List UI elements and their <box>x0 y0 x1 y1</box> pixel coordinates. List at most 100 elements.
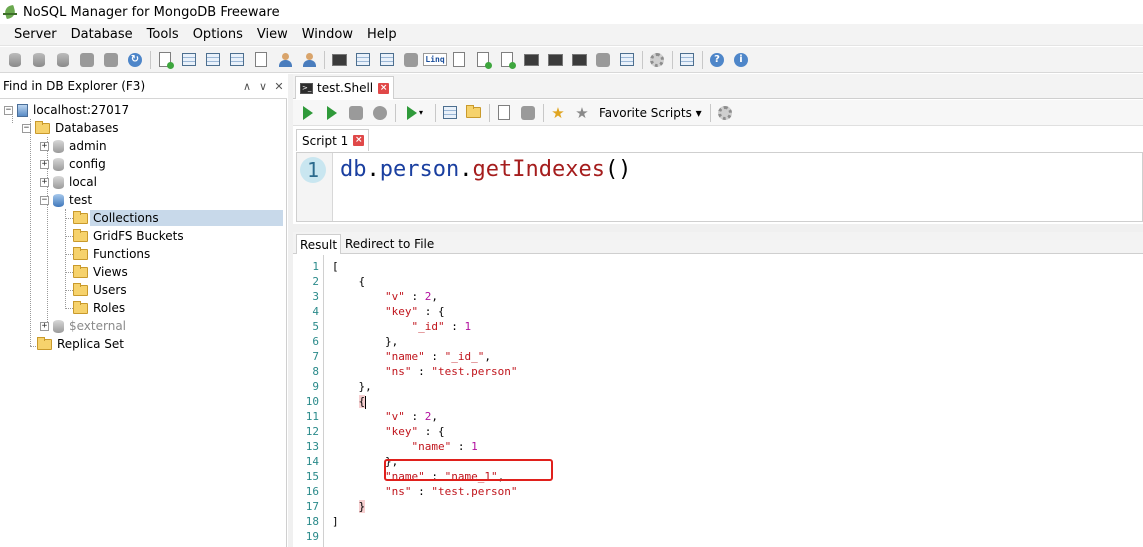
database-icon <box>53 175 64 189</box>
menu-window[interactable]: Window <box>295 24 360 46</box>
copy-database-icon[interactable] <box>594 51 612 69</box>
tab-script-1[interactable]: Script 1 × <box>296 129 370 151</box>
settings-gear-icon[interactable] <box>648 51 666 69</box>
new-database-icon[interactable] <box>156 51 174 69</box>
execute-current-icon[interactable] <box>323 104 341 122</box>
add-favorite-star-icon[interactable]: ★ <box>549 104 567 122</box>
mongodump-icon[interactable] <box>522 51 540 69</box>
shell-icon[interactable] <box>330 51 348 69</box>
app-logo-icon <box>3 4 17 20</box>
tab-result[interactable]: Result <box>296 234 342 254</box>
tree-node-db-test[interactable]: − test <box>40 191 95 209</box>
tree-node-collections[interactable]: Collections <box>73 209 283 227</box>
stop-icon[interactable] <box>371 104 389 122</box>
tree-node-gridfs-buckets[interactable]: GridFS Buckets <box>73 227 187 245</box>
tree-node-roles[interactable]: Roles <box>73 299 128 317</box>
about-icon[interactable]: i <box>732 51 750 69</box>
paste-icon[interactable] <box>519 104 537 122</box>
editor-code-line[interactable]: db.person.getIndexes() <box>340 155 631 185</box>
menu-tools[interactable]: Tools <box>140 24 186 46</box>
map-reduce-icon[interactable] <box>402 51 420 69</box>
expand-icon[interactable]: + <box>40 177 49 187</box>
refresh-icon[interactable]: ↻ <box>126 51 144 69</box>
connect-server-icon[interactable] <box>6 51 24 69</box>
collapse-icon[interactable]: − <box>40 195 49 205</box>
find-prev-chevron-up-icon[interactable]: ∧ <box>239 75 255 98</box>
new-bucket-icon[interactable] <box>228 51 246 69</box>
tree-node-db-local[interactable]: + local <box>40 173 100 191</box>
menu-database[interactable]: Database <box>64 24 140 46</box>
window-layout-icon[interactable] <box>678 51 696 69</box>
import-table-icon[interactable] <box>498 51 516 69</box>
execute-all-icon[interactable] <box>299 104 317 122</box>
tab-label: test.Shell <box>317 81 374 95</box>
tree-node-views[interactable]: Views <box>73 263 131 281</box>
server-monitor-icon[interactable] <box>570 51 588 69</box>
open-folder-icon[interactable] <box>465 104 483 122</box>
find-in-db-explorer-input[interactable] <box>0 74 239 98</box>
favorite-scripts-dropdown[interactable]: Favorite Scripts ▾ <box>599 106 702 120</box>
menu-view[interactable]: View <box>250 24 295 46</box>
linq-icon[interactable]: Linq <box>423 51 447 69</box>
find-next-chevron-down-icon[interactable]: ∨ <box>255 75 271 98</box>
disconnect-server-icon[interactable] <box>30 51 48 69</box>
tree-node-label: Replica Set <box>57 337 124 351</box>
shell-settings-gear-icon[interactable] <box>716 104 734 122</box>
run-options-dropdown-icon[interactable]: ▾ <box>401 104 429 122</box>
collapse-icon[interactable]: − <box>22 123 31 133</box>
tab-redirect-to-file[interactable]: Redirect to File <box>342 234 437 254</box>
db-explorer-panel: ∧ ∨ ✕ − localhost:27017 − Databases + ad… <box>0 74 287 547</box>
result-line-number: 10 <box>305 395 319 408</box>
tree-node-label: $external <box>69 319 127 333</box>
new-view-icon[interactable] <box>204 51 222 69</box>
result-line: "ns" : "test.person" <box>384 365 518 378</box>
expand-icon[interactable]: + <box>40 141 49 151</box>
tree-node-db-admin[interactable]: + admin <box>40 137 110 155</box>
script-editor[interactable]: 1 db.person.getIndexes() <box>296 152 1143 222</box>
tree-node-db-config[interactable]: + config <box>40 155 109 173</box>
result-line-number: 3 <box>312 290 319 303</box>
server-info-icon[interactable] <box>618 51 636 69</box>
menu-server[interactable]: Server <box>7 24 64 46</box>
favorite-star-icon[interactable]: ★ <box>573 104 591 122</box>
tab-test-shell[interactable]: >_ test.Shell × <box>295 76 395 99</box>
sql-query-icon[interactable] <box>378 51 396 69</box>
result-output[interactable]: 1 2 3 4 5 6 7 8 9 10 11 12 13 14 15 16 1… <box>296 255 1143 547</box>
tree-node-users[interactable]: Users <box>73 281 130 299</box>
close-tab-icon[interactable]: × <box>378 82 390 94</box>
tree-node-functions[interactable]: Functions <box>73 245 153 263</box>
edit-server-icon[interactable] <box>78 51 96 69</box>
server-properties-icon[interactable] <box>54 51 72 69</box>
new-function-icon[interactable] <box>252 51 270 69</box>
result-line-number: 12 <box>305 425 319 438</box>
database-icon <box>53 139 64 153</box>
import-icon[interactable] <box>450 51 468 69</box>
mongorestore-icon[interactable] <box>546 51 564 69</box>
add-user-icon[interactable] <box>276 51 294 69</box>
menu-options[interactable]: Options <box>186 24 250 46</box>
expand-icon[interactable]: + <box>40 159 49 169</box>
toolbar-separator <box>435 103 436 122</box>
close-find-icon[interactable]: ✕ <box>271 75 287 98</box>
text-cursor <box>365 395 367 409</box>
horizontal-splitter[interactable] <box>293 224 1143 232</box>
tree-node-replica-set[interactable]: Replica Set <box>37 335 127 353</box>
result-line-number: 17 <box>305 500 319 513</box>
copy-icon[interactable] <box>495 104 513 122</box>
tree-node-server[interactable]: − localhost:27017 <box>4 101 132 119</box>
menu-help[interactable]: Help <box>360 24 404 46</box>
tree-node-databases[interactable]: − Databases <box>22 119 122 137</box>
toolbar-separator <box>709 103 711 122</box>
save-icon[interactable] <box>441 104 459 122</box>
tree-node-db-external[interactable]: + $external <box>40 317 129 335</box>
connect-plug-icon[interactable] <box>102 51 120 69</box>
expand-icon[interactable]: + <box>40 321 49 331</box>
add-role-icon[interactable] <box>300 51 318 69</box>
close-tab-icon[interactable]: × <box>353 135 365 146</box>
collapse-icon[interactable]: − <box>4 105 13 115</box>
execution-plan-icon[interactable] <box>347 104 365 122</box>
help-icon[interactable]: ? <box>708 51 726 69</box>
new-collection-icon[interactable] <box>180 51 198 69</box>
export-icon[interactable] <box>474 51 492 69</box>
query-builder-icon[interactable] <box>354 51 372 69</box>
